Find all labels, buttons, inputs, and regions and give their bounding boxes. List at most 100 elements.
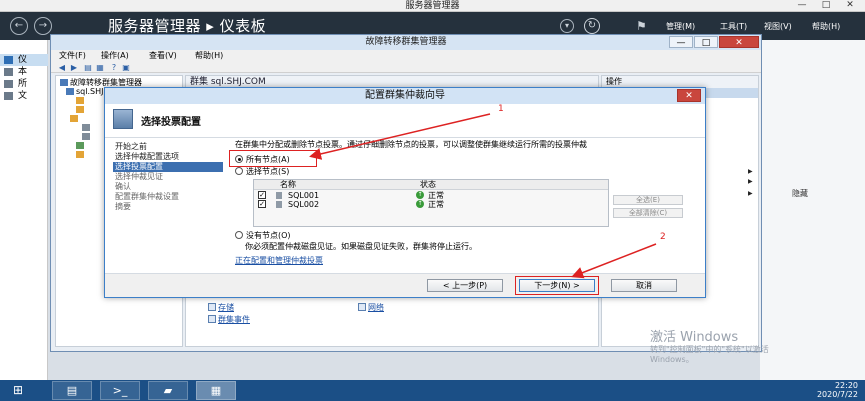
tree-child[interactable] (76, 150, 86, 159)
col-status: 状态 (420, 180, 436, 189)
server-manager-titlebar: 服务器管理器 — □ ✕ (0, 0, 865, 12)
server-manager-sidebar: 仪 本 所 文 (0, 40, 48, 380)
network-icon (358, 303, 366, 311)
tree-child[interactable] (82, 132, 92, 141)
cluster-manager-taskbar-icon[interactable]: ▦ (196, 381, 236, 400)
radio-no-nodes[interactable]: 没有节点(O) (235, 231, 291, 241)
clear-all-button[interactable]: 全部清除(C) (613, 208, 683, 218)
menu-action[interactable]: 操作(A) (101, 50, 129, 62)
network-icon (76, 142, 84, 149)
col-name: 名称 (280, 180, 296, 189)
network-link[interactable]: 网络 (358, 302, 384, 313)
file-services-icon (4, 92, 13, 100)
list-icon[interactable]: ▦ (95, 63, 105, 72)
tree-child[interactable] (76, 105, 86, 114)
highlight-box-next (515, 276, 599, 295)
wizard-steps: 开始之前 选择仲裁配置选项 选择投票配置 选择仲裁见证 确认 配置群集仲裁设置 … (111, 138, 223, 293)
sidebar-item-local[interactable]: 本 (0, 66, 48, 78)
wizard-title: 配置群集仲裁向导 (365, 90, 445, 101)
wizard-titlebar: 配置群集仲裁向导 ✕ (105, 88, 705, 104)
breadcrumb: 服务器管理器 ▸ 仪表板 (108, 17, 267, 35)
cluster-events-link[interactable]: 群集事件 (208, 314, 250, 325)
clock-date: 2020/7/22 (816, 390, 858, 399)
grid-header: 名称 状态 (254, 180, 608, 190)
events-icon (208, 315, 216, 323)
wizard-close-button[interactable]: ✕ (677, 89, 701, 102)
window-title: 服务器管理器 (405, 1, 460, 11)
minimize-button[interactable]: — (790, 0, 814, 11)
folder-icon (76, 106, 84, 113)
submenu-arrow-icon[interactable]: ▶ (748, 178, 753, 185)
cancel-button[interactable]: 取消 (611, 279, 677, 292)
no-nodes-note: 你必须配置仲裁磁盘见证。如果磁盘见证失败，群集将停止运行。 (245, 242, 477, 251)
radio-icon (235, 167, 243, 175)
maximize-button[interactable]: □ (814, 0, 838, 11)
wizard-heading: 选择投票配置 (141, 117, 201, 128)
configure-quorum-wizard: 配置群集仲裁向导 ✕ 选择投票配置 开始之前 选择仲裁配置选项 选择投票配置 选… (104, 87, 706, 298)
servers-icon (4, 80, 13, 88)
back-arrow-icon[interactable]: ← (10, 17, 28, 35)
select-all-button[interactable]: 全选(E) (613, 195, 683, 205)
previous-button[interactable]: < 上一步(P) (427, 279, 503, 292)
fcm-minimize-button[interactable]: — (669, 36, 693, 48)
dropdown-icon[interactable]: ▾ (560, 19, 574, 33)
menu-manage[interactable]: 管理(M) (666, 21, 695, 32)
submenu-arrow-icon[interactable]: ▶ (748, 190, 753, 197)
tree-root[interactable]: 故障转移群集管理器 (60, 78, 142, 87)
step-confirm: 确认 (115, 182, 131, 191)
quorum-help-link[interactable]: 正在配置和管理仲裁投票 (235, 255, 323, 266)
table-row[interactable]: ✓ SQL001 ↑ 正常 (254, 191, 608, 200)
wizard-header: 选择投票配置 (105, 104, 705, 138)
nodes-grid: 名称 状态 ✓ SQL001 ↑ 正常 ✓ SQL002 ↑ 正常 (253, 179, 609, 227)
highlight-box-all-nodes (229, 150, 317, 167)
sidebar-item-all[interactable]: 所 (0, 78, 48, 90)
menu-tools[interactable]: 工具(T) (720, 21, 747, 32)
tree-child[interactable] (82, 123, 92, 132)
menu-view[interactable]: 视图(V) (764, 21, 792, 32)
disk-icon (82, 124, 90, 131)
activation-watermark: 激活 Windows 转到"控制面板"中的"系统"以激活 Windows。 (650, 330, 769, 365)
powershell-taskbar-icon[interactable]: >_ (100, 381, 140, 400)
checkbox-checked-icon[interactable]: ✓ (258, 191, 266, 199)
taskbar: ⊞ ▤ >_ ▰ ▦ 22:20 2020/7/22 (0, 380, 865, 401)
notifications-flag-icon[interactable]: ⚑ (636, 19, 647, 33)
sidebar-item-dashboard[interactable]: 仪 (0, 54, 48, 66)
server-manager-taskbar-icon[interactable]: ▤ (52, 381, 92, 400)
vote-description: 在群集中分配或删除节点投票。通过仔细删除节点的投票，可以调整使群集继续运行所需的… (235, 140, 587, 149)
system-clock[interactable]: 22:20 2020/7/22 (790, 381, 858, 399)
file-explorer-taskbar-icon[interactable]: ▰ (148, 381, 188, 400)
storage-link[interactable]: 存储 (208, 302, 234, 313)
fcm-maximize-button[interactable]: □ (694, 36, 718, 48)
menu-help[interactable]: 帮助(H) (195, 50, 223, 62)
back-icon[interactable]: ◀ (57, 63, 67, 72)
fcm-toolbar: ◀ ▶ ▤ ▦ ? ▣ (51, 62, 761, 73)
watermark-line: 转到"控制面板"中的"系统"以激活 (650, 345, 769, 354)
table-row[interactable]: ✓ SQL002 ↑ 正常 (254, 200, 608, 209)
menu-help[interactable]: 帮助(H) (812, 21, 840, 32)
tree-child[interactable] (70, 114, 80, 123)
menu-view[interactable]: 查看(V) (149, 50, 177, 62)
windows-start-icon[interactable]: ⊞ (6, 383, 30, 398)
fcm-title: 故障转移群集管理器 (365, 37, 447, 47)
tree-child[interactable] (76, 141, 86, 150)
hide-link[interactable]: 隐藏 (792, 188, 808, 199)
forward-icon[interactable]: ▶ (69, 63, 79, 72)
tree-child[interactable] (76, 96, 86, 105)
close-button[interactable]: ✕ (838, 0, 862, 11)
folder-icon[interactable]: ▤ (83, 63, 93, 72)
node-status: 正常 (428, 191, 444, 200)
fcm-close-button[interactable]: ✕ (719, 36, 759, 48)
help-icon[interactable]: ? (109, 63, 119, 72)
events-icon (76, 151, 84, 158)
sidebar-item-file[interactable]: 文 (0, 90, 48, 102)
wizard-body: 在群集中分配或删除节点投票。通过仔细删除节点的投票，可以调整使群集继续运行所需的… (229, 138, 699, 266)
submenu-arrow-icon[interactable]: ▶ (748, 168, 753, 175)
properties-icon[interactable]: ▣ (121, 63, 131, 72)
forward-arrow-icon[interactable]: → (34, 17, 52, 35)
server-manager-content: 隐藏 (760, 40, 865, 380)
radio-select-nodes[interactable]: 选择节点(S) (235, 167, 289, 177)
checkbox-checked-icon[interactable]: ✓ (258, 200, 266, 208)
status-ok-icon: ↑ (416, 200, 424, 208)
menu-file[interactable]: 文件(F) (59, 50, 86, 62)
refresh-icon[interactable]: ↻ (584, 18, 600, 34)
